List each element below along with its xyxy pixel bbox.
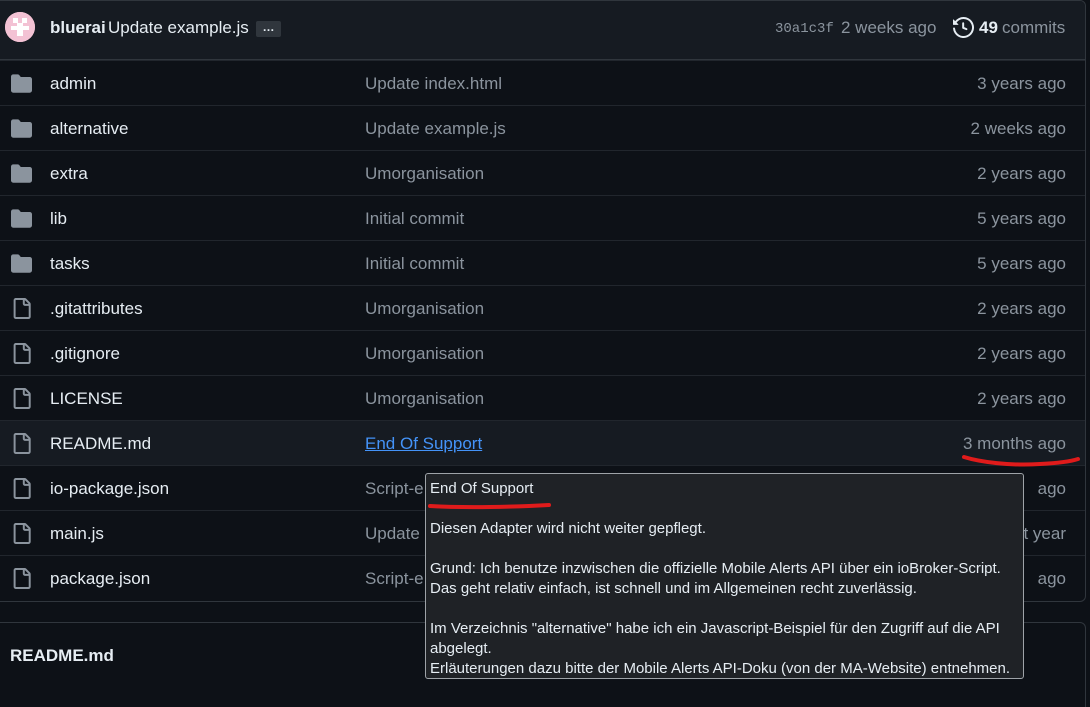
tooltip-line: abgelegt. [430,640,492,657]
file-commit-message[interactable]: Script-e [365,569,424,589]
file-row[interactable]: .gitignore Umorganisation 2 years ago [0,330,1085,375]
file-commit-message[interactable]: Umorganisation [365,299,484,319]
file-name[interactable]: .gitattributes [50,299,143,319]
file-icon [11,388,32,409]
file-icon [11,568,32,589]
file-name[interactable]: tasks [50,254,90,274]
file-row[interactable]: lib Initial commit 5 years ago [0,195,1085,240]
file-commit-message[interactable]: Update index.html [365,74,502,94]
history-icon[interactable] [953,17,974,38]
tooltip-line: Im Verzeichnis "alternative" habe ich ei… [430,620,1000,637]
file-age: ago [1037,569,1066,588]
tooltip-line: Erläuterungen dazu bitte der Mobile Aler… [430,660,1011,677]
commit-message[interactable]: Update example.js [108,18,249,38]
file-age: 2 years ago [977,299,1066,318]
commit-sha[interactable]: 30a1c3f [775,21,834,37]
file-row[interactable]: extra Umorganisation 2 years ago [0,150,1085,195]
folder-icon [11,73,32,94]
file-row[interactable]: .gitattributes Umorganisation 2 years ago [0,285,1085,330]
folder-icon [11,253,32,274]
file-age: 3 months ago [962,434,1066,453]
file-age: 5 years ago [977,209,1066,228]
file-name[interactable]: alternative [50,119,128,139]
file-age: 3 years ago [977,74,1066,93]
file-name[interactable]: main.js [50,524,104,544]
file-name[interactable]: admin [50,74,96,94]
tooltip-line: Das geht relativ einfach, ist schnell un… [430,580,917,597]
file-row[interactable]: README.md End Of Support 3 months ago [0,420,1085,465]
folder-icon [11,163,32,184]
file-name[interactable]: LICENSE [50,389,123,409]
file-icon [11,433,32,454]
file-commit-message[interactable]: Umorganisation [365,164,484,184]
tooltip-line: Diesen Adapter wird nicht weiter gepfleg… [430,520,706,537]
folder-icon [11,208,32,229]
expand-commit-button[interactable]: … [256,21,281,37]
folder-icon [11,118,32,139]
file-age: 2 years ago [977,344,1066,363]
file-age: 2 weeks ago [970,119,1066,138]
file-row[interactable]: tasks Initial commit 5 years ago [0,240,1085,285]
file-row[interactable]: alternative Update example.js 2 weeks ago [0,105,1085,150]
file-commit-message[interactable]: End Of Support [365,434,482,454]
file-name[interactable]: README.md [50,434,151,454]
file-age: 2 years ago [977,389,1066,408]
commits-label[interactable]: commits [1002,18,1065,38]
file-name[interactable]: lib [50,209,67,229]
file-commit-message[interactable]: Update [365,524,420,544]
file-commit-message[interactable]: Update example.js [365,119,506,139]
file-icon [11,298,32,319]
file-icon [11,343,32,364]
commits-count[interactable]: 49 [979,18,998,38]
file-age: 5 years ago [977,254,1066,273]
file-commit-message[interactable]: Script-e [365,479,424,499]
file-name[interactable]: extra [50,164,88,184]
file-name[interactable]: .gitignore [50,344,120,364]
file-commit-message[interactable]: Initial commit [365,254,464,274]
file-row[interactable]: admin Update index.html 3 years ago [0,60,1085,105]
commit-author[interactable]: bluerai [50,18,106,38]
file-name[interactable]: io-package.json [50,479,169,499]
file-commit-message[interactable]: Umorganisation [365,344,484,364]
file-commit-message[interactable]: Initial commit [365,209,464,229]
tooltip-line: Grund: Ich benutze inzwischen die offizi… [430,560,1001,577]
file-age: t year [1023,524,1066,543]
file-commit-message[interactable]: Umorganisation [365,389,484,409]
file-age: 2 years ago [977,164,1066,183]
file-age: ago [1037,479,1066,498]
readme-title[interactable]: README.md [10,646,114,666]
author-avatar[interactable] [5,12,35,42]
commit-message-tooltip: End Of Support Diesen Adapter wird nicht… [425,473,1024,679]
file-icon [11,478,32,499]
file-name[interactable]: package.json [50,569,150,589]
identicon-icon [5,12,35,42]
latest-commit-bar: bluerai Update example.js … 30a1c3f 2 we… [0,1,1085,60]
file-icon [11,523,32,544]
file-row[interactable]: LICENSE Umorganisation 2 years ago [0,375,1085,420]
tooltip-title: End Of Support [430,480,534,497]
commit-time: 2 weeks ago [841,18,937,37]
